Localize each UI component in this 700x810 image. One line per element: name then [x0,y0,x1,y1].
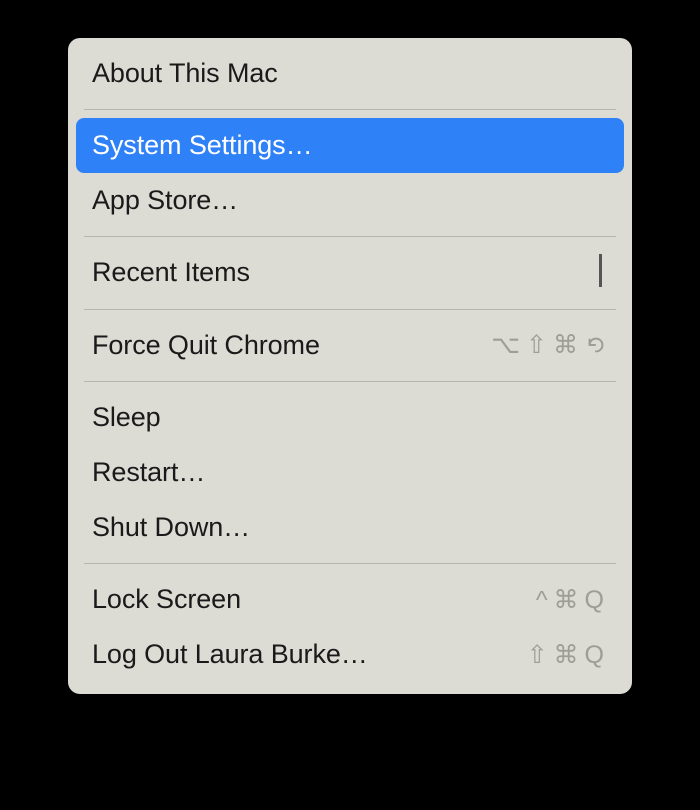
menu-item-recent-items[interactable]: Recent Items [68,245,632,300]
menu-item-label: About This Mac [92,54,608,93]
menu-separator [84,109,616,110]
keyboard-shortcut: ⌥ ⇧ ⌘ [491,327,608,363]
escape-key-icon [584,333,608,357]
menu-item-system-settings[interactable]: System Settings… [76,118,624,173]
shift-key-icon: ⇧ [526,327,551,363]
q-key: Q [585,582,608,618]
menu-item-restart[interactable]: Restart… [68,445,632,500]
menu-item-label: Sleep [92,398,608,437]
menu-item-label: Lock Screen [92,580,536,619]
command-key-icon: ⌘ [553,327,582,363]
shift-key-icon: ⇧ [527,637,552,673]
command-key-icon: ⌘ [554,637,583,673]
menu-item-label: Log Out Laura Burke… [92,635,527,674]
menu-item-label: Restart… [92,453,608,492]
apple-menu[interactable]: About This Mac System Settings… App Stor… [68,38,632,694]
menu-item-app-store[interactable]: App Store… [68,173,632,228]
menu-item-log-out[interactable]: Log Out Laura Burke… ⇧ ⌘ Q [68,627,632,682]
menu-separator [84,309,616,310]
menu-item-label: Force Quit Chrome [92,326,491,365]
menu-item-label: App Store… [92,181,608,220]
menu-item-shut-down[interactable]: Shut Down… [68,500,632,555]
control-key-icon: ^ [536,582,552,618]
q-key: Q [585,637,608,673]
menu-item-lock-screen[interactable]: Lock Screen ^ ⌘ Q [68,572,632,627]
menu-item-label: Recent Items [92,253,599,292]
chevron-right-icon [599,253,608,292]
menu-item-sleep[interactable]: Sleep [68,390,632,445]
menu-separator [84,381,616,382]
menu-item-force-quit[interactable]: Force Quit Chrome ⌥ ⇧ ⌘ [68,318,632,373]
command-key-icon: ⌘ [554,582,583,618]
menu-separator [84,236,616,237]
menu-item-label: Shut Down… [92,508,608,547]
menu-separator [84,563,616,564]
option-key-icon: ⌥ [491,327,524,363]
menu-item-about-this-mac[interactable]: About This Mac [68,46,632,101]
keyboard-shortcut: ⇧ ⌘ Q [527,637,608,673]
keyboard-shortcut: ^ ⌘ Q [536,582,608,618]
menu-item-label: System Settings… [92,126,608,165]
